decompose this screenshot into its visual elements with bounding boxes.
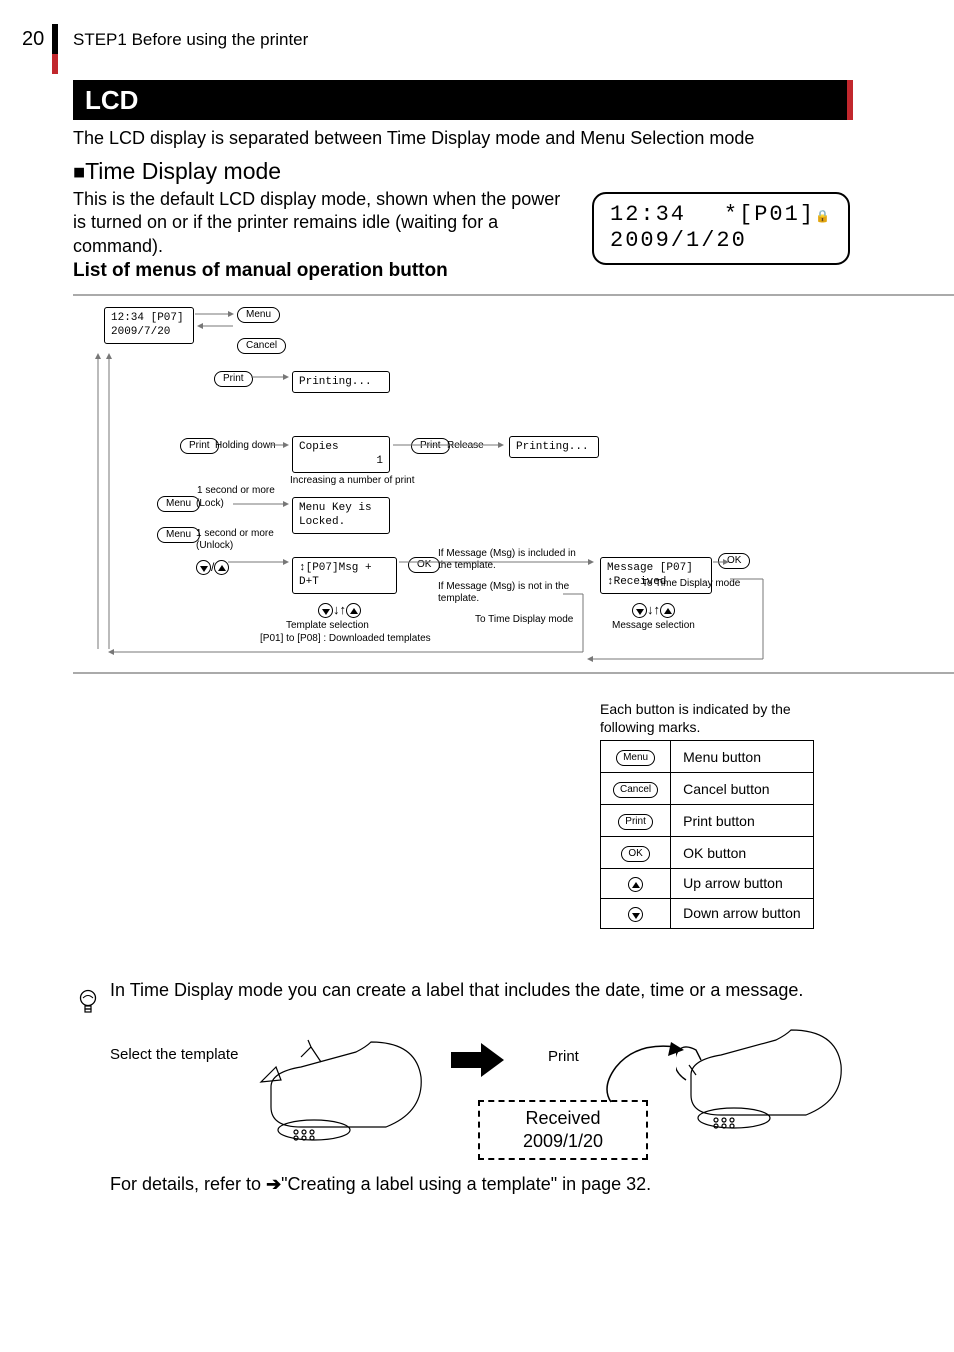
legend-label: OK button [671,837,814,869]
time-mode-description: This is the default LCD display mode, sh… [73,188,578,258]
legend-label: Menu button [671,741,814,773]
legend-label: Cancel button [671,773,814,805]
received-l2: 2009/1/20 [480,1130,646,1153]
header-separator [52,24,58,54]
tip-text: In Time Display mode you can create a la… [110,979,830,1002]
down-arrow-icon [628,907,643,922]
lcd-display-example: 12:34 *[P01]🔒 2009/1/20 [592,192,850,265]
legend-intro: Each button is indicated by the followin… [600,700,800,736]
lightbulb-icon [78,989,98,1023]
legend-table: Menu Menu button Cancel Cancel button Prin… [600,740,814,929]
lcd-time: 12:34 [610,202,686,228]
section-title: LCD [73,80,853,120]
subsection-title: Time Display mode [85,158,281,184]
square-bullet: ■ [73,161,85,183]
footer-text: For details, refer to ➔"Creating a label… [110,1174,651,1195]
footer-pre: For details, refer to [110,1174,266,1194]
table-row: Print Print button [601,805,814,837]
right-arrow-icon [446,1040,506,1080]
lock-icon: 🔒 [815,210,832,224]
print-label: Print [548,1048,579,1065]
lcd-slot: *[P01] [724,202,815,227]
table-row: Down arrow button [601,898,814,928]
ok-icon: OK [621,846,649,862]
list-heading: List of menus of manual operation button [73,260,448,282]
diagram-bottom-border [73,294,954,674]
up-arrow-icon [628,877,643,892]
legend-label: Up arrow button [671,869,814,899]
table-row: Cancel Cancel button [601,773,814,805]
footer-link: "Creating a label using a template" in p… [281,1174,651,1194]
select-template-label: Select the template [110,1046,238,1063]
legend-label: Down arrow button [671,898,814,928]
received-label-box: Received 2009/1/20 [478,1100,648,1160]
header-accent [52,54,58,74]
page-number: 20 [22,28,44,51]
received-l1: Received [480,1107,646,1130]
section-intro: The LCD display is separated between Tim… [73,128,833,149]
table-row: Up arrow button [601,869,814,899]
table-row: Menu Menu button [601,741,814,773]
chapter-title: STEP1 Before using the printer [73,30,308,50]
print-icon: Print [618,814,653,830]
legend-label: Print button [671,805,814,837]
subsection-heading: ■Time Display mode [73,158,281,185]
cancel-icon: Cancel [613,782,658,798]
lcd-date: 2009/1/20 [610,228,832,254]
right-arrow-icon: ➔ [266,1174,281,1194]
menu-icon: Menu [616,750,655,766]
printer-illustration-2 [676,1020,851,1140]
table-row: OK OK button [601,837,814,869]
printer-illustration-1 [256,1032,431,1147]
